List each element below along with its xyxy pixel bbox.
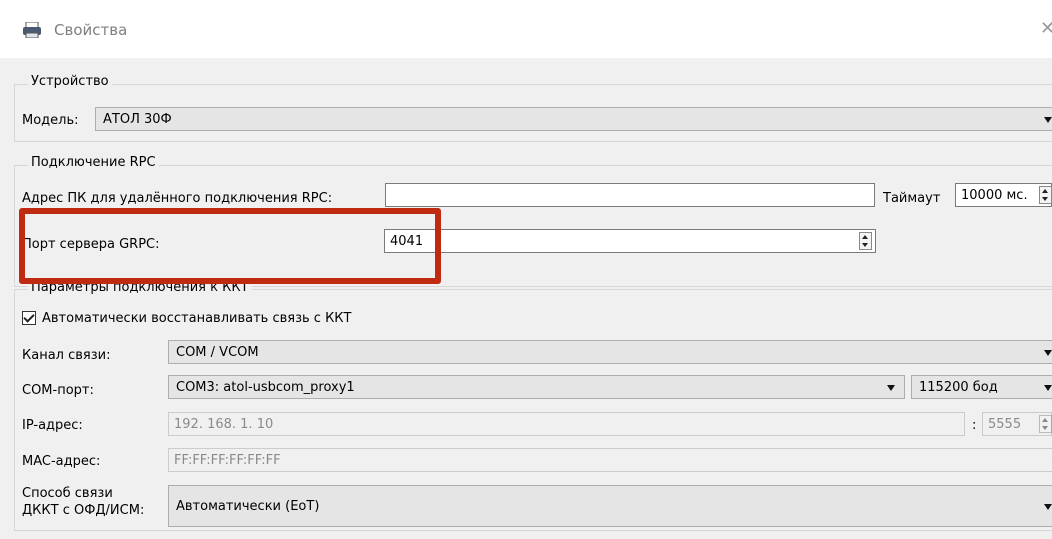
ip-input[interactable]: 192. 168. 1. 10 [168,412,965,436]
printer-icon [23,22,41,38]
title-bar [0,0,1052,58]
ip-value: 192. 168. 1. 10 [174,417,274,432]
rpc-group-legend: Подключение RPC [28,155,159,170]
device-group-legend: Устройство [28,74,112,89]
ip-port-spinner[interactable] [1039,415,1052,433]
ip-label: IP-адрес: [22,418,83,433]
ofd-value: Автоматически (EoT) [176,499,320,514]
model-combo[interactable]: АТОЛ 30Ф [95,107,1052,131]
timeout-spinner[interactable] [1039,186,1052,204]
auto-reconnect-checkbox[interactable] [22,311,36,325]
rpc-address-input[interactable] [385,183,875,207]
ofd-label-line1: Способ связи [22,486,113,501]
mac-value: FF:FF:FF:FF:FF:FF [174,453,281,468]
rpc-address-label: Адрес ПК для удалённого подключения RPC: [22,191,333,206]
timeout-value: 10000 мс. [961,188,1028,203]
window-title: Свойства [54,21,128,39]
mac-label: MAC-адрес: [22,454,101,469]
ip-port-separator: : [972,418,977,433]
chevron-down-icon [1044,385,1052,391]
com-port-combo[interactable]: COM3: atol-usbcom_proxy1 [168,375,905,399]
channel-value: COM / VCOM [176,345,259,360]
chevron-down-icon [887,385,895,391]
highlight-box [19,208,441,284]
model-value: АТОЛ 30Ф [103,112,172,127]
ofd-combo[interactable]: Автоматически (EoT) [168,485,1052,527]
channel-combo[interactable]: COM / VCOM [168,340,1052,364]
timeout-input[interactable]: 10000 мс. [955,183,1052,207]
com-port-label: COM-порт: [22,383,94,398]
baud-value: 115200 бод [919,380,998,395]
close-icon[interactable]: ✕ [1040,18,1052,39]
grpc-port-spinner[interactable] [859,232,872,250]
grpc-port-input[interactable]: 4041 [384,229,876,253]
baud-combo[interactable]: 115200 бод [911,375,1052,399]
timeout-label: Таймаут [883,191,941,206]
channel-label: Канал связи: [22,348,111,363]
com-port-value: COM3: atol-usbcom_proxy1 [176,380,355,395]
chevron-down-icon [1044,504,1052,510]
model-label: Модель: [22,113,79,128]
chevron-down-icon [1044,350,1052,356]
mac-input[interactable]: FF:FF:FF:FF:FF:FF [168,448,1052,472]
chevron-down-icon [1044,117,1052,123]
ip-port-value: 5555 [988,417,1022,432]
ofd-label-line2: ДККТ с ОФД/ИСМ: [22,503,145,518]
auto-reconnect-label: Автоматически восстанавливать связь с КК… [42,311,352,326]
